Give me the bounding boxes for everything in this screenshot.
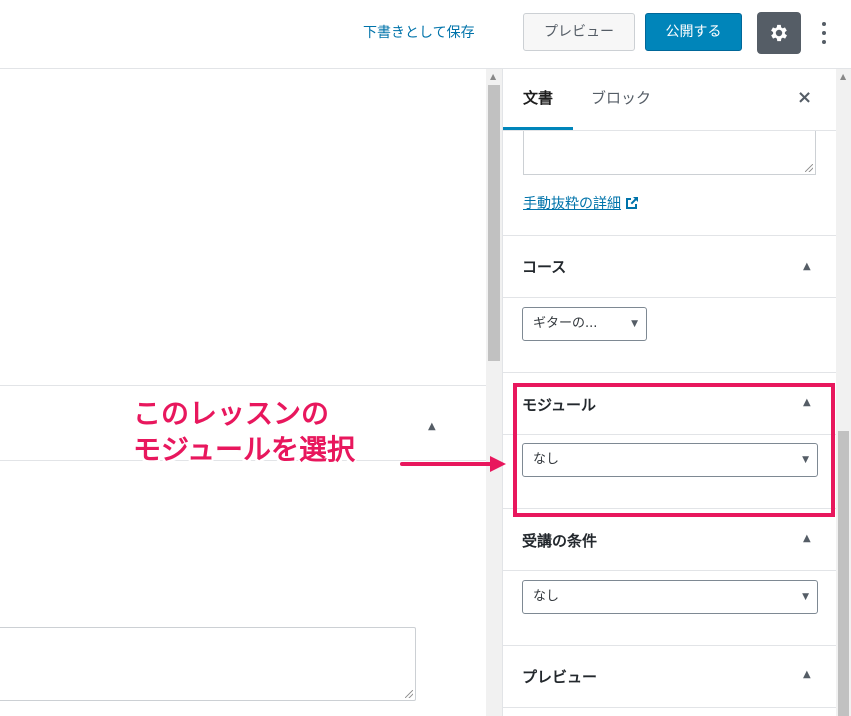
caret-up-icon[interactable]: ▲: [428, 421, 436, 432]
prerequisite-select[interactable]: なし ▼: [522, 580, 818, 614]
gear-icon: [771, 24, 787, 42]
annotation-line-1: このレッスンの: [133, 397, 330, 430]
course-panel-title[interactable]: コース: [522, 256, 566, 277]
excerpt-help-link[interactable]: 手動抜粋の詳細: [523, 193, 639, 213]
divider: [503, 707, 836, 708]
annotation-arrow-icon: [400, 456, 506, 472]
chevron-up-icon[interactable]: ▲: [803, 533, 811, 544]
annotation-callout: このレッスンの モジュールを選択: [133, 396, 355, 468]
annotation-line-2: モジュールを選択: [133, 433, 356, 466]
scroll-up-icon[interactable]: ▲: [490, 72, 496, 81]
editor-scrollbar[interactable]: ▲: [486, 69, 502, 716]
dot-icon: [822, 22, 826, 26]
save-draft-link[interactable]: 下書きとして保存: [363, 22, 475, 44]
sidebar-tabs: 文書 ブロック ×: [503, 69, 837, 131]
chevron-down-icon: ▼: [802, 592, 809, 602]
sidebar-scrollbar[interactable]: ▲: [836, 69, 851, 716]
divider: [503, 297, 836, 298]
editor-canvas[interactable]: ▲: [0, 69, 486, 716]
chevron-down-icon: ▼: [631, 319, 638, 329]
divider: [503, 570, 836, 571]
divider: [0, 385, 486, 386]
course-select-value: ギターの...: [533, 316, 598, 331]
scrollbar-thumb[interactable]: [488, 85, 500, 361]
meta-textarea[interactable]: [0, 627, 416, 701]
settings-button[interactable]: [757, 12, 801, 54]
editor-header: 下書きとして保存 プレビュー 公開する: [0, 0, 851, 69]
chevron-up-icon[interactable]: ▲: [803, 261, 811, 272]
external-link-icon: [626, 197, 638, 209]
excerpt-textarea[interactable]: [523, 131, 816, 175]
divider: [503, 372, 836, 373]
publish-button[interactable]: 公開する: [645, 13, 742, 51]
divider: [503, 235, 836, 236]
preview-panel-title[interactable]: プレビュー: [522, 666, 597, 687]
tab-block[interactable]: ブロック: [591, 69, 651, 130]
prerequisite-select-value: なし: [533, 589, 560, 604]
scroll-up-icon[interactable]: ▲: [840, 72, 846, 81]
tab-document[interactable]: 文書: [503, 69, 573, 130]
excerpt-link-label[interactable]: 手動抜粋の詳細: [523, 193, 621, 213]
scrollbar-thumb[interactable]: [838, 431, 849, 716]
dot-icon: [822, 31, 826, 35]
course-select[interactable]: ギターの... ▼: [522, 307, 647, 341]
divider: [503, 645, 836, 646]
chevron-up-icon[interactable]: ▲: [803, 669, 811, 680]
preview-button[interactable]: プレビュー: [523, 13, 635, 51]
prerequisite-panel-title[interactable]: 受講の条件: [522, 530, 597, 551]
dot-icon: [822, 40, 826, 44]
module-highlight-box: [513, 383, 835, 517]
close-icon[interactable]: ×: [797, 87, 812, 108]
resize-handle-icon[interactable]: [405, 690, 413, 698]
resize-handle-icon[interactable]: [805, 164, 813, 172]
more-options-button[interactable]: [812, 16, 836, 50]
